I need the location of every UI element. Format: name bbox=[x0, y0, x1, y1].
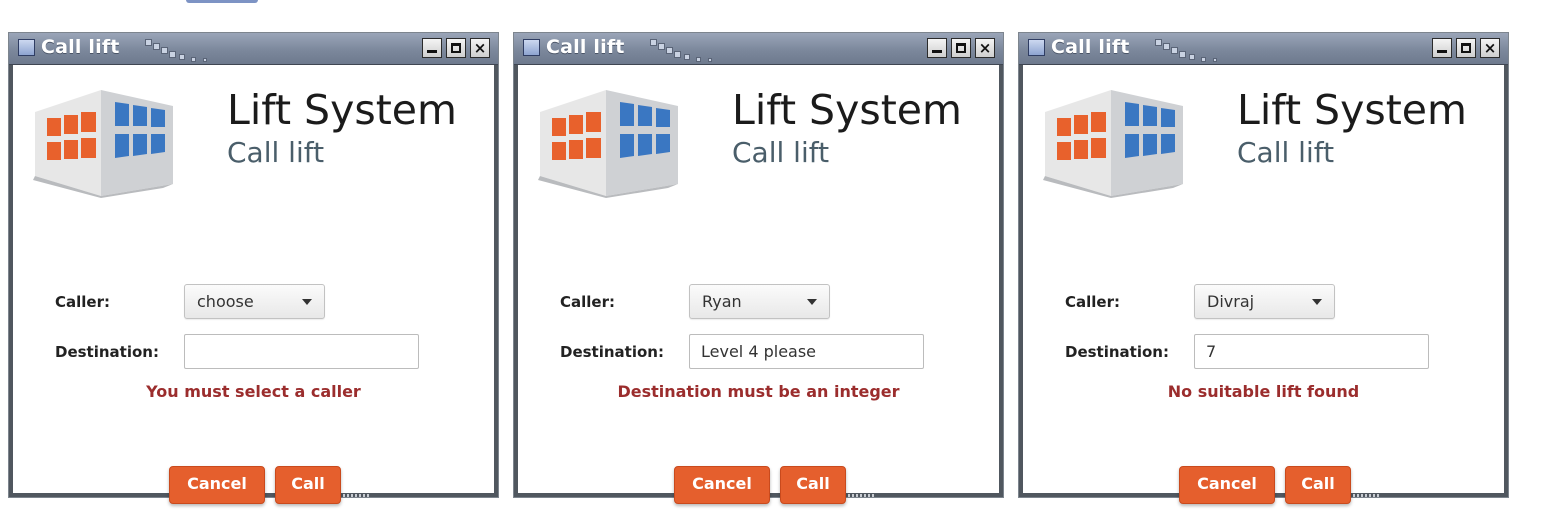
error-message: No suitable lift found bbox=[1167, 382, 1360, 401]
caller-dropdown[interactable]: choose bbox=[184, 284, 325, 319]
title-bar-decoration bbox=[141, 37, 215, 63]
background-tab-indicator bbox=[186, 0, 258, 3]
app-subtitle: Call lift bbox=[227, 136, 325, 169]
caller-label: Caller: bbox=[560, 293, 615, 311]
maximize-button[interactable] bbox=[1456, 38, 1476, 58]
destination-label: Destination: bbox=[55, 343, 159, 361]
resize-grip[interactable] bbox=[343, 494, 371, 497]
building-logo bbox=[538, 90, 678, 198]
app-title: Lift System bbox=[227, 86, 457, 134]
caller-label: Caller: bbox=[1065, 293, 1120, 311]
building-logo bbox=[1043, 90, 1183, 198]
chevron-down-icon[interactable] bbox=[807, 299, 817, 305]
destination-field[interactable] bbox=[1194, 334, 1429, 369]
title-bar-decoration bbox=[1151, 37, 1225, 63]
cancel-button[interactable]: Cancel bbox=[674, 466, 770, 504]
caller-dropdown[interactable]: Divraj bbox=[1194, 284, 1335, 319]
call-button[interactable]: Call bbox=[780, 466, 846, 504]
window-title: Call lift bbox=[546, 36, 625, 58]
call-lift-dialog: Call lift × Lift System Call lift Caller… bbox=[9, 33, 498, 504]
chevron-down-icon[interactable] bbox=[302, 299, 312, 305]
title-bar[interactable]: Call lift × bbox=[1019, 33, 1508, 65]
minimize-button[interactable] bbox=[1432, 38, 1452, 58]
call-lift-dialog: Call lift × Lift System Call lift Caller… bbox=[1019, 33, 1508, 504]
close-button[interactable]: × bbox=[975, 38, 995, 58]
title-bar[interactable]: Call lift × bbox=[9, 33, 498, 65]
caller-label: Caller: bbox=[55, 293, 110, 311]
window-title: Call lift bbox=[41, 36, 120, 58]
dialog-content: Lift System Call lift Caller: Divraj Des… bbox=[1023, 64, 1504, 504]
resize-grip[interactable] bbox=[848, 494, 876, 497]
title-bar[interactable]: Call lift × bbox=[514, 33, 1003, 65]
minimize-button[interactable] bbox=[422, 38, 442, 58]
cancel-button[interactable]: Cancel bbox=[169, 466, 265, 504]
maximize-button[interactable] bbox=[446, 38, 466, 58]
window-icon[interactable] bbox=[523, 39, 540, 56]
window-icon[interactable] bbox=[1028, 39, 1045, 56]
error-message: Destination must be an integer bbox=[617, 382, 900, 401]
window-icon[interactable] bbox=[18, 39, 35, 56]
maximize-button[interactable] bbox=[951, 38, 971, 58]
caller-selected-value: Ryan bbox=[702, 292, 742, 311]
building-logo bbox=[33, 90, 173, 198]
chevron-down-icon[interactable] bbox=[1312, 299, 1322, 305]
caller-selected-value: Divraj bbox=[1207, 292, 1255, 311]
minimize-button[interactable] bbox=[927, 38, 947, 58]
call-button[interactable]: Call bbox=[1285, 466, 1351, 504]
cancel-button[interactable]: Cancel bbox=[1179, 466, 1275, 504]
dialog-content: Lift System Call lift Caller: choose Des… bbox=[13, 64, 494, 504]
dialog-content: Lift System Call lift Caller: Ryan Desti… bbox=[518, 64, 999, 504]
title-bar-decoration bbox=[646, 37, 720, 63]
close-button[interactable]: × bbox=[1480, 38, 1500, 58]
window-title: Call lift bbox=[1051, 36, 1130, 58]
app-title: Lift System bbox=[1237, 86, 1467, 134]
error-message: You must select a caller bbox=[146, 382, 361, 401]
destination-label: Destination: bbox=[560, 343, 664, 361]
app-subtitle: Call lift bbox=[732, 136, 830, 169]
call-lift-dialog: Call lift × Lift System Call lift Caller… bbox=[514, 33, 1003, 504]
caller-selected-value: choose bbox=[197, 292, 254, 311]
caller-dropdown[interactable]: Ryan bbox=[689, 284, 830, 319]
destination-field[interactable] bbox=[689, 334, 924, 369]
app-subtitle: Call lift bbox=[1237, 136, 1335, 169]
resize-grip[interactable] bbox=[1353, 494, 1381, 497]
close-button[interactable]: × bbox=[470, 38, 490, 58]
destination-field[interactable] bbox=[184, 334, 419, 369]
app-title: Lift System bbox=[732, 86, 962, 134]
destination-label: Destination: bbox=[1065, 343, 1169, 361]
call-button[interactable]: Call bbox=[275, 466, 341, 504]
